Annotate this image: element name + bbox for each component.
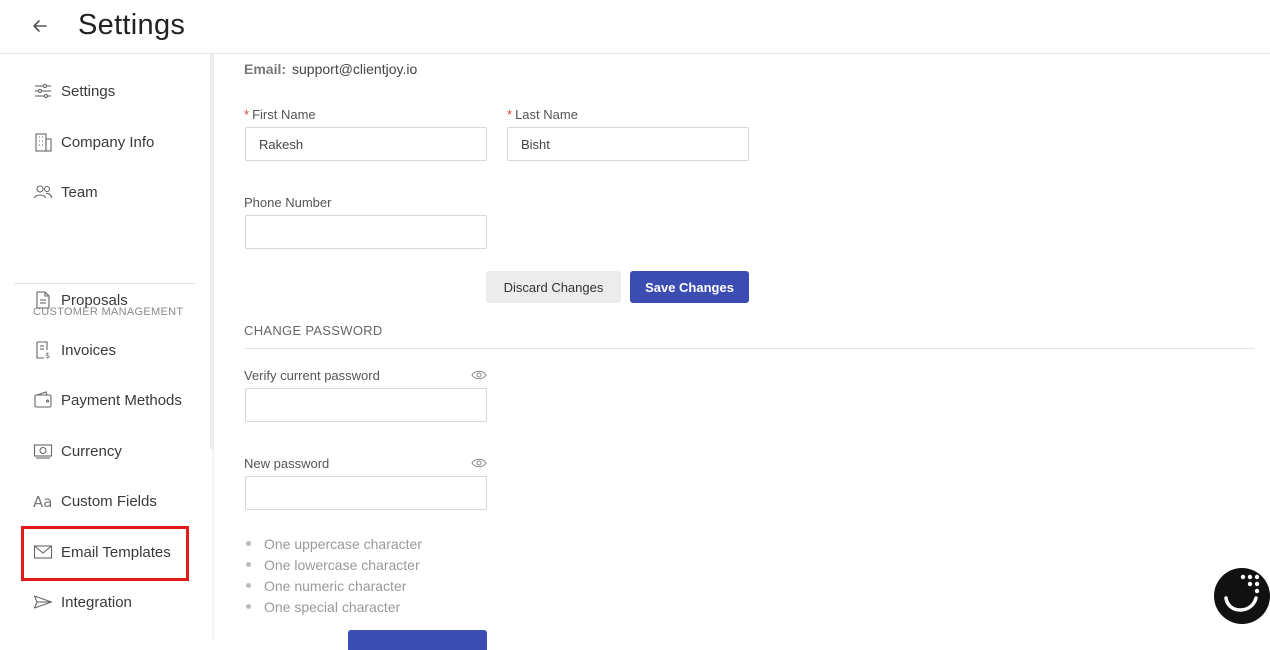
sidebar-item-integration[interactable]: Integration — [33, 590, 132, 614]
update-password-button[interactable] — [348, 630, 487, 650]
sidebar-item-custom-fields[interactable]: Aa Custom Fields — [33, 489, 157, 513]
bullet — [246, 562, 251, 567]
list-item: One special character — [244, 596, 422, 617]
text-format-icon: Aa — [33, 493, 52, 511]
sidebar-item-email-templates[interactable]: Email Templates — [33, 540, 171, 564]
rule-text: One numeric character — [264, 577, 407, 594]
sliders-icon — [35, 83, 51, 99]
email-label: Email: — [244, 61, 287, 77]
sidebar-item-currency[interactable]: Currency — [33, 439, 122, 463]
sidebar-item-label: Currency — [61, 442, 122, 460]
save-changes-button[interactable]: Save Changes — [630, 271, 749, 303]
new-password-label: New password — [244, 456, 330, 471]
sidebar-divider — [14, 283, 196, 284]
sidebar: Settings Company Info Team CUSTOMER MANA… — [0, 54, 210, 640]
sidebar-item-label: Email Templates — [61, 543, 171, 561]
section-divider — [244, 348, 1254, 349]
page-title: Settings — [78, 9, 186, 41]
last-name-label-text: Last Name — [515, 107, 578, 122]
invoice-icon: $ — [36, 341, 50, 360]
last-name-label: * Last Name — [507, 107, 578, 122]
sidebar-item-label: Proposals — [61, 291, 128, 309]
eye-icon[interactable] — [471, 457, 487, 469]
password-rules-list: One uppercase character One lowercase ch… — [244, 533, 422, 617]
first-name-input[interactable] — [245, 127, 487, 161]
back-arrow-icon[interactable] — [30, 16, 50, 36]
change-password-title: CHANGE PASSWORD — [244, 323, 383, 338]
svg-text:Aa: Aa — [33, 493, 52, 511]
email-row: Email: support@clientjoy.io — [244, 61, 417, 77]
new-password-input[interactable] — [245, 476, 487, 510]
list-item: One uppercase character — [244, 533, 422, 554]
sidebar-item-proposals[interactable]: Proposals — [33, 288, 128, 312]
list-item: One numeric character — [244, 575, 422, 596]
sidebar-item-settings[interactable]: Settings — [33, 79, 115, 103]
rule-text: One lowercase character — [264, 556, 420, 573]
current-password-input[interactable] — [245, 388, 487, 422]
bullet — [246, 583, 251, 588]
top-header: Settings — [0, 0, 1270, 54]
last-name-input[interactable] — [507, 127, 749, 161]
first-name-label-text: First Name — [252, 107, 316, 122]
sidebar-item-label: Integration — [61, 593, 132, 611]
sidebar-item-company-info[interactable]: Company Info — [33, 130, 154, 154]
required-mark: * — [244, 107, 250, 122]
phone-label: Phone Number — [244, 195, 332, 210]
sidebar-item-invoices[interactable]: $ Invoices — [33, 338, 116, 362]
eye-icon[interactable] — [471, 369, 487, 381]
document-icon — [36, 291, 50, 309]
list-item: One lowercase character — [244, 554, 422, 575]
rule-text: One special character — [264, 598, 401, 615]
chat-widget-button[interactable] — [1214, 568, 1270, 624]
current-password-label: Verify current password — [244, 368, 380, 383]
wallet-icon — [34, 391, 52, 408]
phone-input[interactable] — [245, 215, 487, 249]
envelope-icon — [33, 545, 53, 559]
sidebar-item-label: Payment Methods — [61, 391, 182, 409]
sidebar-item-label: Company Info — [61, 133, 155, 151]
sidebar-item-label: Custom Fields — [61, 492, 157, 510]
team-icon — [33, 185, 53, 199]
sidebar-item-payment-methods[interactable]: Payment Methods — [33, 388, 182, 412]
email-value: support@clientjoy.io — [292, 61, 418, 77]
sidebar-item-team[interactable]: Team — [33, 180, 98, 204]
paper-plane-icon — [33, 595, 53, 609]
rule-text: One uppercase character — [264, 535, 422, 552]
chat-smile-icon — [1224, 574, 1260, 612]
profile-form: Email:support@clientjoy.io *First Name *… — [214, 54, 1270, 650]
discard-changes-button[interactable]: Discard Changes — [486, 271, 621, 303]
sidebar-item-label: Team — [61, 183, 98, 201]
sidebar-item-label: Settings — [61, 82, 116, 100]
building-icon — [35, 133, 52, 152]
required-mark: * — [507, 107, 513, 122]
bullet — [246, 604, 251, 609]
first-name-label: * First Name — [244, 107, 316, 122]
sidebar-item-label: Invoices — [61, 341, 117, 359]
svg-text:$: $ — [45, 351, 50, 360]
banknote-icon — [33, 444, 53, 459]
bullet — [246, 541, 251, 546]
